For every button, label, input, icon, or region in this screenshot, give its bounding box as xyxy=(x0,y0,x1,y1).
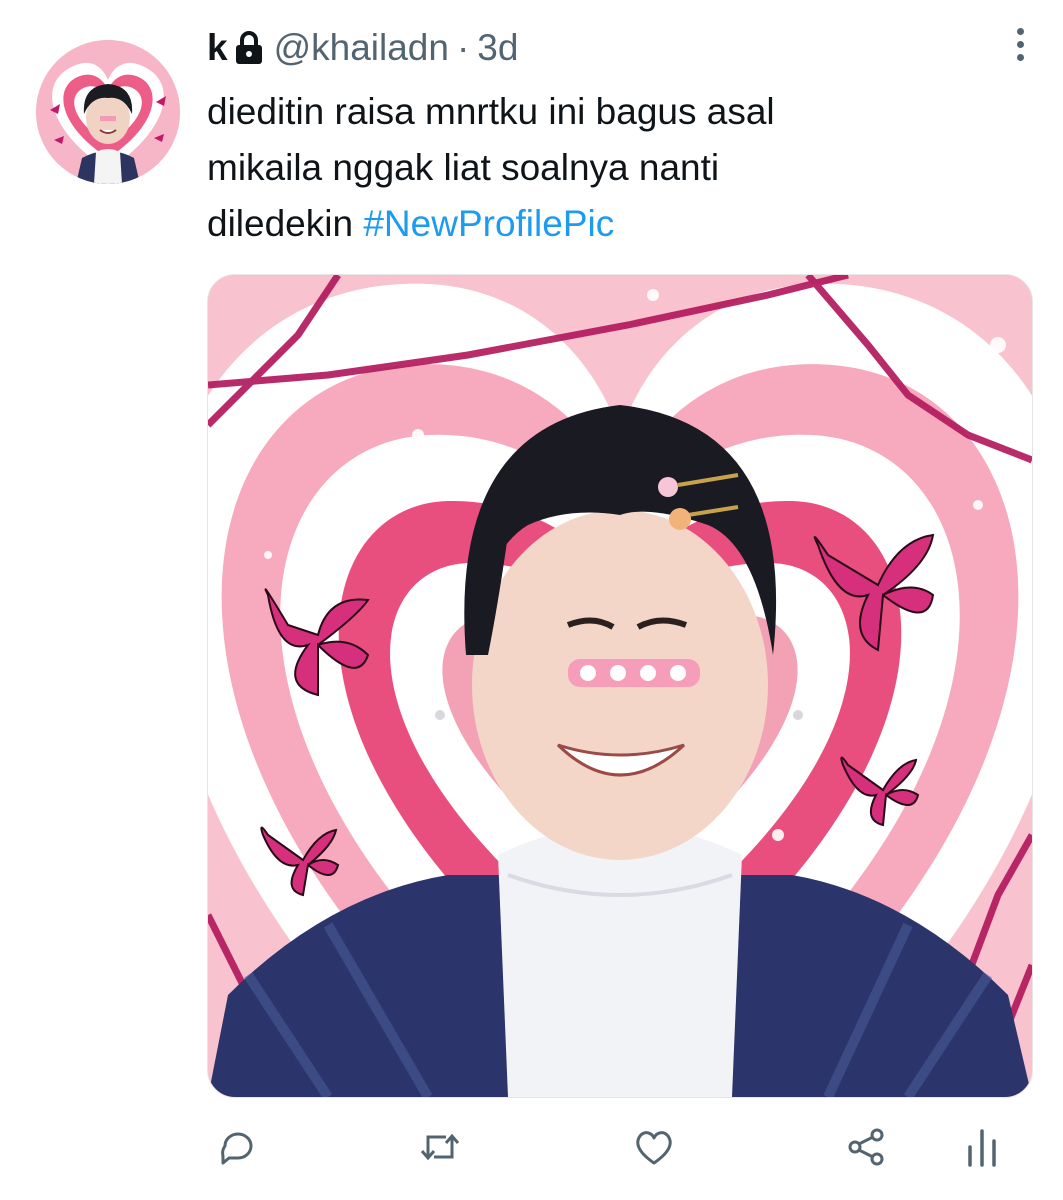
display-name[interactable]: k xyxy=(207,27,228,69)
timestamp[interactable]: 3d xyxy=(477,27,518,69)
reply-icon[interactable] xyxy=(216,1125,264,1175)
hashtag-link[interactable]: #NewProfilePic xyxy=(363,203,614,244)
tweet-text-line2: mikaila nggak liat soalnya nanti xyxy=(207,147,720,188)
heart-icon[interactable] xyxy=(632,1125,680,1175)
avatar[interactable] xyxy=(36,40,180,184)
retweet-icon[interactable] xyxy=(418,1125,466,1175)
tweet-text-line3: diledekin xyxy=(207,203,364,244)
tweet-actions xyxy=(208,1125,998,1185)
user-handle[interactable]: @khailadn xyxy=(274,27,449,69)
separator-dot: · xyxy=(456,27,470,68)
tweet-text-line1: dieditin raisa mnrtku ini bagus asal xyxy=(207,91,775,132)
more-icon[interactable] xyxy=(1011,28,1029,66)
lock-icon xyxy=(234,30,264,66)
analytics-icon[interactable] xyxy=(960,1125,1008,1175)
tweet-header: k @khailadn · 3d xyxy=(207,24,518,72)
tweet-text: dieditin raisa mnrtku ini bagus asal mik… xyxy=(207,84,1007,252)
share-icon[interactable] xyxy=(844,1125,892,1175)
tweet-media-image[interactable] xyxy=(207,274,1033,1098)
